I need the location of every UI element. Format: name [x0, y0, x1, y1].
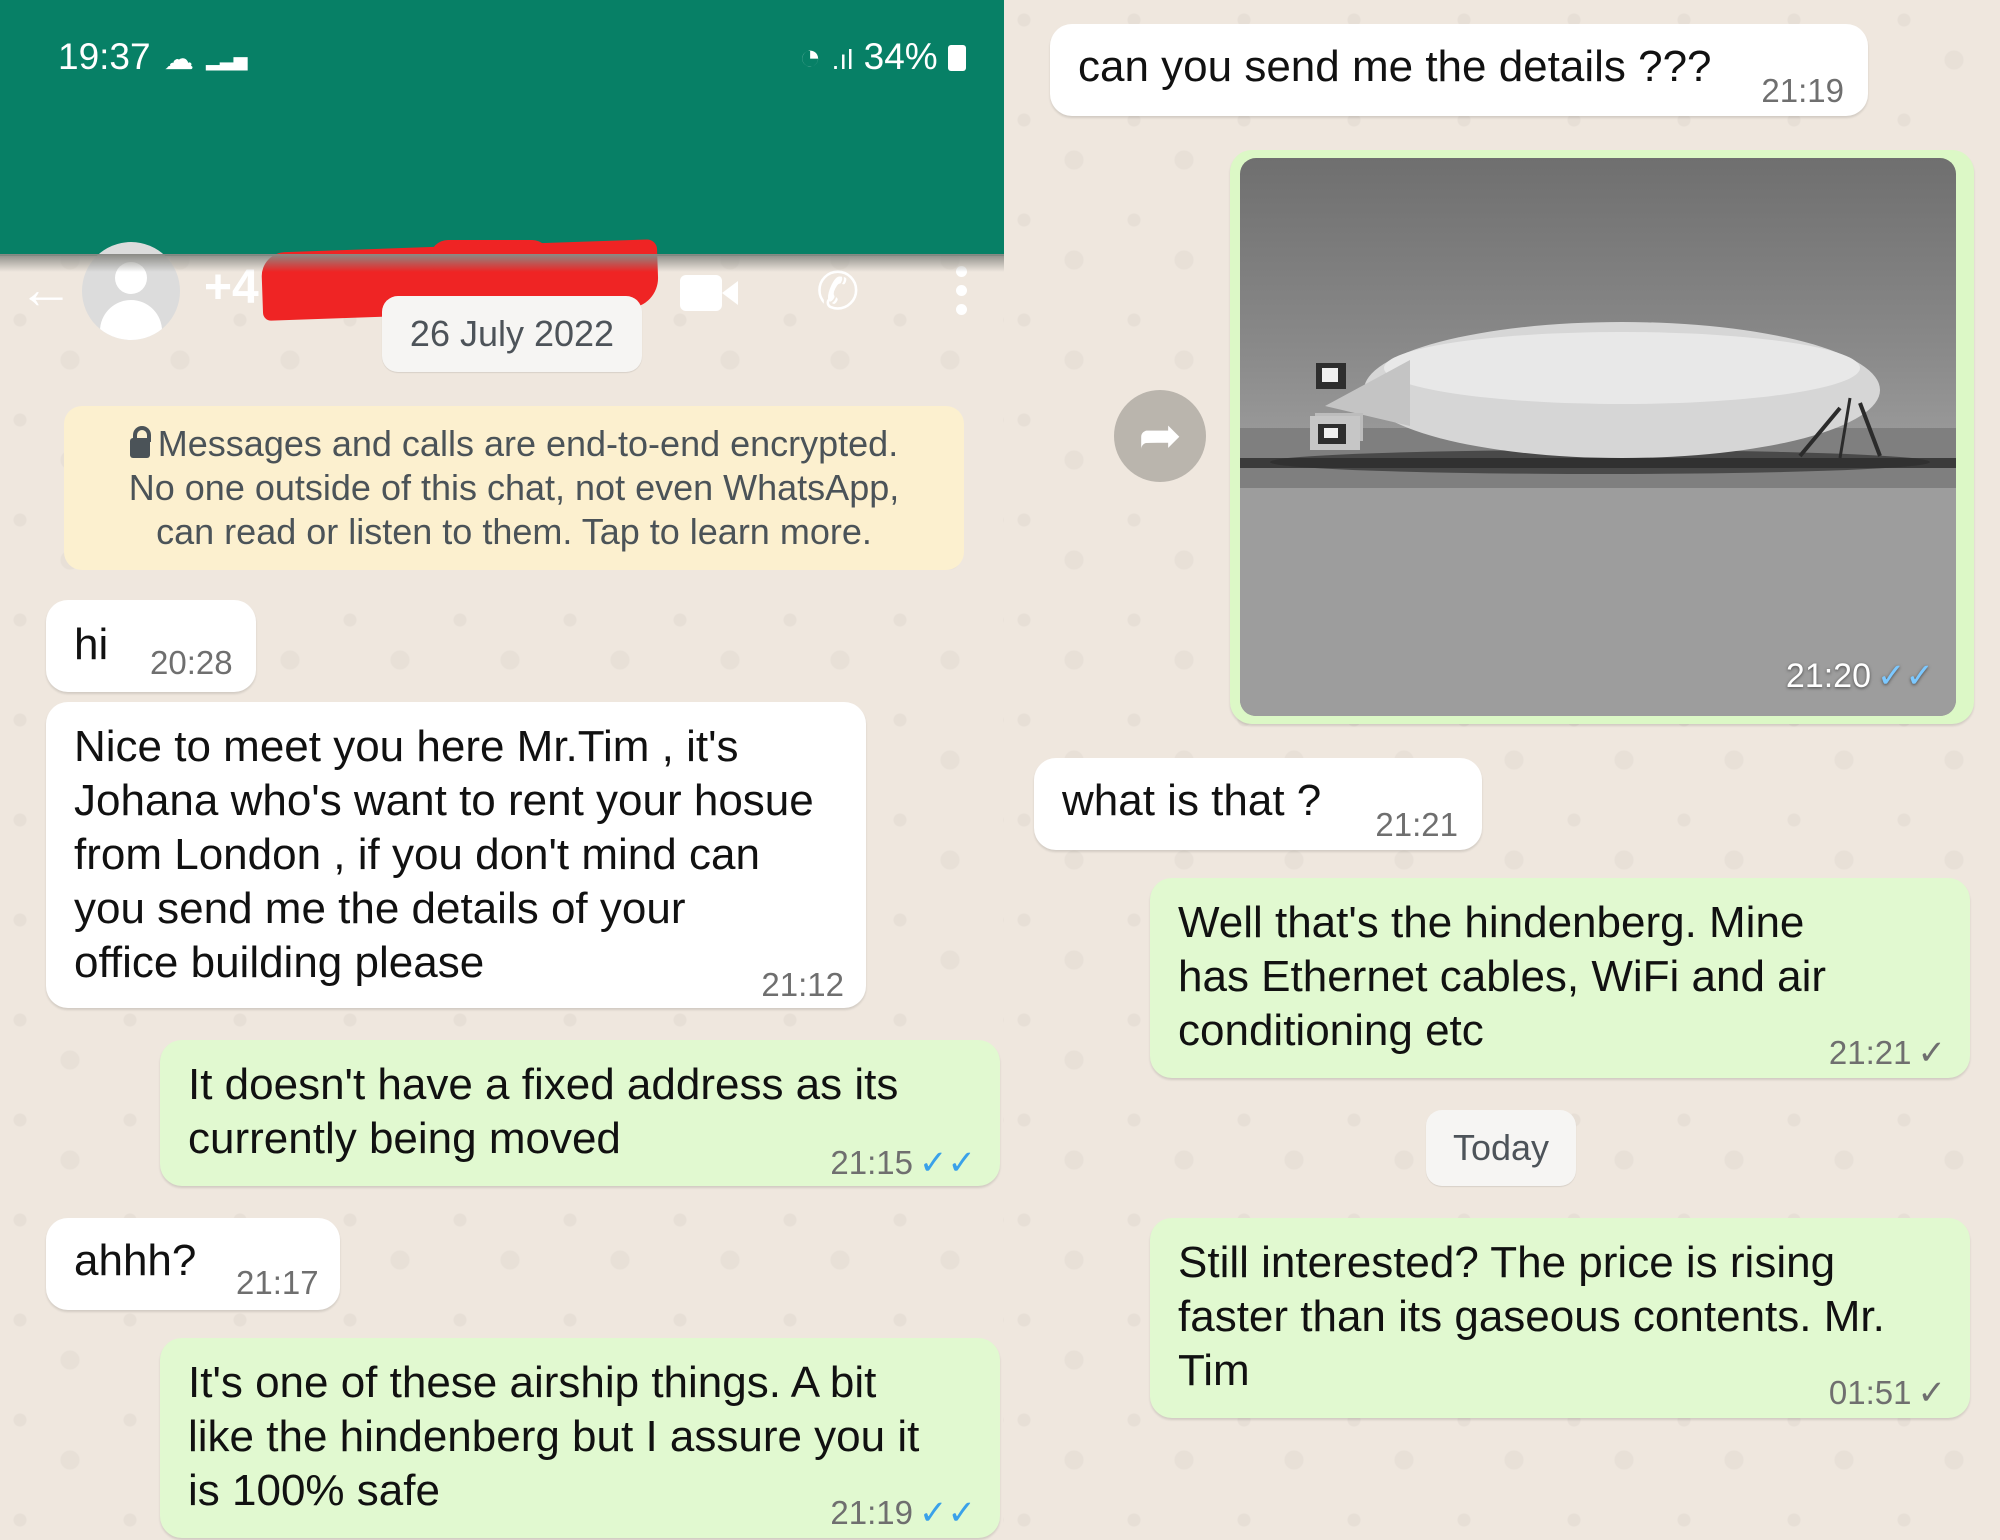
- message-bubble-out[interactable]: It doesn't have a fixed address as its c…: [160, 1040, 1000, 1186]
- video-call-icon[interactable]: [680, 275, 738, 311]
- message-bubble-out[interactable]: Well that's the hindenberg. Mine has Eth…: [1150, 878, 1970, 1078]
- message-text: what is that ?: [1062, 776, 1322, 825]
- message-text: hi: [74, 620, 109, 669]
- status-battery: ◔ .ıl 34%: [799, 36, 966, 78]
- message-text: Well that's the hindenberg. Mine has Eth…: [1178, 898, 1827, 1055]
- chat-header: ← +4 ✆: [0, 118, 1004, 340]
- message-time: 21:19: [830, 1494, 914, 1531]
- left-chat-pane: 19:37 ☁ ▂▃▅ ◔ .ıl 34% ← +4 ✆ 26 July 202…: [0, 0, 1004, 1540]
- message-text: Nice to meet you here Mr.Tim , it's Joha…: [74, 722, 814, 987]
- read-receipt-icon: ✓✓: [919, 1494, 976, 1532]
- sent-check-icon: ✓: [1917, 1374, 1947, 1412]
- message-time: 21:19: [1761, 72, 1844, 109]
- airship-photo[interactable]: 21:20 ✓✓: [1240, 158, 1956, 716]
- message-meta: 01:51 ✓: [1829, 1366, 1946, 1420]
- image-message[interactable]: 21:20 ✓✓: [1230, 150, 1974, 724]
- message-text: Still interested? The price is rising fa…: [1178, 1238, 1885, 1395]
- message-time: 21:20: [1785, 657, 1872, 695]
- airship-illustration: [1240, 322, 1956, 716]
- lock-icon: [129, 426, 151, 458]
- date-pill: 26 July 2022: [382, 296, 642, 372]
- more-vert-icon[interactable]: [956, 266, 968, 320]
- message-bubble-in[interactable]: Nice to meet you here Mr.Tim , it's Joha…: [46, 702, 866, 1008]
- wifi-icon: ◔: [798, 36, 822, 77]
- message-bubble-in[interactable]: can you send me the details ??? 21:19: [1050, 24, 1868, 116]
- message-time: 21:17: [236, 1264, 319, 1301]
- message-text: It doesn't have a fixed address as its c…: [188, 1060, 899, 1163]
- message-bubble-out[interactable]: It's one of these airship things. A bit …: [160, 1338, 1000, 1538]
- message-meta: 21:19 ✓✓: [830, 1486, 976, 1540]
- cloud-icon: ☁: [164, 43, 194, 76]
- message-bubble-out[interactable]: Still interested? The price is rising fa…: [1150, 1218, 1970, 1418]
- message-meta: 21:21 ✓: [1829, 1026, 1946, 1080]
- message-time: 21:21: [1375, 806, 1458, 843]
- date-pill: Today: [1426, 1110, 1576, 1186]
- status-time: 19:37: [58, 36, 151, 77]
- message-meta: 21:20 ✓✓: [1786, 656, 1934, 696]
- message-bubble-in[interactable]: hi 20:28: [46, 600, 256, 692]
- encryption-notice[interactable]: Messages and calls are end-to-end encryp…: [64, 406, 964, 570]
- message-time: 21:12: [761, 966, 844, 1003]
- read-receipt-icon: ✓✓: [1877, 657, 1934, 695]
- message-meta: 21:15 ✓✓: [830, 1136, 976, 1190]
- sent-check-icon: ✓: [1917, 1034, 1947, 1072]
- back-arrow-icon[interactable]: ←: [18, 261, 74, 318]
- message-bubble-in[interactable]: what is that ? 21:21: [1034, 758, 1482, 850]
- signal-icon: ▂▃▅: [206, 50, 248, 70]
- message-text: It's one of these airship things. A bit …: [188, 1358, 920, 1515]
- message-time: 20:28: [150, 644, 233, 681]
- forward-icon[interactable]: ➦: [1114, 390, 1206, 482]
- message-time: 21:15: [830, 1144, 914, 1181]
- status-bar: 19:37 ☁ ▂▃▅ ◔ .ıl 34%: [0, 0, 1004, 118]
- message-text: ahhh?: [74, 1236, 197, 1285]
- read-receipt-icon: ✓✓: [919, 1144, 976, 1182]
- message-time: 01:51: [1828, 1374, 1912, 1411]
- right-chat-pane: can you send me the details ??? 21:19 ➦: [1004, 0, 2000, 1540]
- battery-icon: [948, 45, 966, 71]
- message-bubble-in[interactable]: ahhh? 21:17: [46, 1218, 340, 1310]
- message-text: can you send me the details ???: [1078, 42, 1712, 91]
- message-time: 21:21: [1828, 1034, 1912, 1071]
